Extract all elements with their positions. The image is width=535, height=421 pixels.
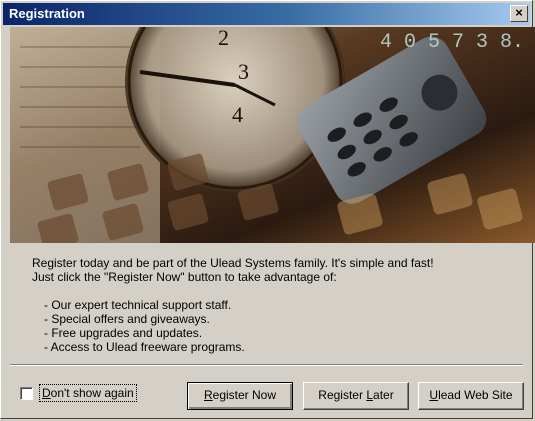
message-line-2: Just click the "Register Now" button to … xyxy=(32,270,337,284)
digital-readout: 4 0 5 7 3 8. xyxy=(380,31,524,54)
dont-show-again-label[interactable]: Don't show again xyxy=(39,384,137,402)
svg-text:4: 4 xyxy=(232,102,243,127)
register-later-button[interactable]: Register Later xyxy=(303,382,409,410)
title-bar[interactable]: Registration × xyxy=(3,3,530,25)
registration-message: Register today and be part of the Ulead … xyxy=(32,256,434,354)
svg-text:3: 3 xyxy=(238,59,249,84)
benefits-list: - Our expert technical support staff. - … xyxy=(44,298,434,354)
svg-text:2: 2 xyxy=(218,27,229,50)
message-line-1: Register today and be part of the Ulead … xyxy=(32,256,434,270)
registration-dialog: Registration × 2 3 4 4 0 5 7 3 8. Regist… xyxy=(0,0,535,419)
banner-image: 2 3 4 4 0 5 7 3 8. xyxy=(10,27,535,243)
close-button[interactable]: × xyxy=(510,5,528,22)
ulead-web-site-button[interactable]: Ulead Web Site xyxy=(418,382,524,410)
benefit-item: - Free upgrades and updates. xyxy=(44,326,203,340)
register-now-button[interactable]: Register Now xyxy=(187,382,293,410)
dont-show-again-checkbox[interactable] xyxy=(20,386,33,400)
window-title: Registration xyxy=(9,6,85,21)
dont-show-again-row[interactable]: Don't show again xyxy=(20,384,137,402)
benefit-item: - Special offers and giveaways. xyxy=(44,312,210,326)
benefit-item: - Access to Ulead freeware programs. xyxy=(44,340,245,354)
separator xyxy=(10,364,523,366)
benefit-item: - Our expert technical support staff. xyxy=(44,298,232,312)
